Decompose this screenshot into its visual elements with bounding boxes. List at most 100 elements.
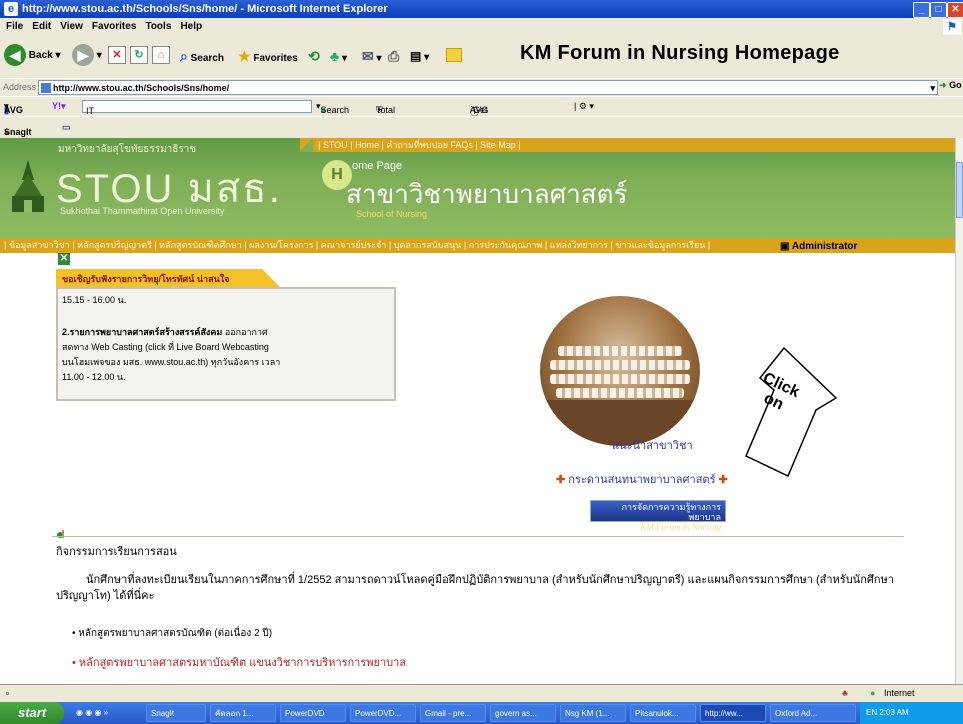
- mail-icon: ✉: [362, 48, 374, 64]
- close-button[interactable]: ✕: [947, 2, 963, 18]
- history-icon: ⟲: [308, 48, 320, 64]
- stop-button[interactable]: ✕: [108, 44, 126, 68]
- search-icon: ⌕: [180, 48, 188, 64]
- announcement-tab-corner: [262, 269, 280, 287]
- announcement-box: 15.15 - 16.00 น. 2.รายการพยาบาลศาสตร์สร้…: [56, 287, 396, 401]
- menu-tools[interactable]: Tools: [145, 18, 171, 36]
- start-button[interactable]: start: [0, 702, 64, 724]
- go-button[interactable]: ➜ Go: [939, 80, 962, 91]
- edit-icon: ▤: [410, 49, 422, 63]
- program-item[interactable]: • หลักสูตรพยาบาลศาสตรมหาบัณฑิต แขนงวิชาก…: [72, 653, 406, 671]
- menu-help[interactable]: Help: [180, 18, 202, 36]
- taskbar-item[interactable]: Gmail - pre...: [420, 704, 486, 722]
- taskbar-item[interactable]: PowerDVD: [280, 704, 346, 722]
- avg-search-input[interactable]: IT: [82, 100, 312, 116]
- page-icon: [41, 83, 51, 93]
- school-name: School of Nursing: [356, 209, 428, 219]
- site-nav-text: | ข้อมูลสาขาวิชา | หลักสูตรปริญญาตรี | ห…: [4, 240, 711, 250]
- address-input[interactable]: http://www.stou.ac.th/Schools/Sns/home/ …: [38, 80, 938, 95]
- menu-view[interactable]: View: [60, 18, 83, 36]
- program-item-label: หลักสูตรพยาบาลศาสตรมหาบัณฑิต แขนงวิชาการ…: [78, 657, 407, 669]
- web-page-viewport: | STOU | Home | คำถามที่พบบ่อย FAQs | Si…: [0, 138, 955, 684]
- window-title-bar: e http://www.stou.ac.th/Schools/Sns/home…: [0, 0, 963, 18]
- administrator-link[interactable]: ▣ Administrator: [780, 241, 857, 252]
- scrollbar-thumb[interactable]: [956, 162, 963, 218]
- avg-info-link[interactable]: ⓘ AVG Info · Get More: [470, 101, 494, 125]
- minimize-button[interactable]: _: [913, 2, 930, 18]
- taskbar-item[interactable]: Oxford Ad...: [770, 704, 856, 722]
- history-button[interactable]: ⟲: [308, 44, 320, 68]
- ie-logo-icon: e: [4, 2, 18, 16]
- program-list: • หลักสูตรพยาบาลศาสตรบัณฑิต (ต่อเนื่อง 2…: [72, 626, 406, 683]
- yahoo-icon[interactable]: Y!▾: [52, 101, 66, 112]
- taskbar-item[interactable]: คัดลอก 1...: [210, 704, 276, 722]
- avg-extra-button[interactable]: | ⚙ ▾: [574, 101, 594, 112]
- university-thai-name: มหาวิทยาลัยสุโขทัยธรรมาธิราช: [58, 144, 197, 155]
- media-button[interactable]: ♣ ▾: [330, 44, 347, 68]
- mail-button[interactable]: ✉ ▾: [362, 44, 382, 68]
- search-button[interactable]: ⌕ Search: [180, 44, 224, 68]
- address-url: http://www.stou.ac.th/Schools/Sns/home/: [53, 83, 230, 93]
- quick-launch[interactable]: ◉ ◉ ◉ »: [72, 704, 144, 722]
- back-arrow-icon: ◀: [4, 44, 26, 67]
- close-announcement-icon[interactable]: ✕: [58, 253, 70, 265]
- webboard-link[interactable]: ✚ กระดานสนทนาพยาบาลศาสตร์ ✚: [556, 470, 728, 488]
- avg-search-button[interactable]: ▾ ■ Search: [316, 101, 349, 115]
- folder-icon: [446, 48, 462, 63]
- zone-label: Internet: [884, 688, 915, 698]
- section-divider: [52, 536, 904, 537]
- taskbar-item[interactable]: Nsg KM (1...: [560, 704, 626, 722]
- activity-paragraph: นักศึกษาที่ลงทะเบียนเรียนในภาคการศึกษาที…: [56, 574, 894, 602]
- menu-file[interactable]: File: [6, 18, 23, 36]
- forward-button[interactable]: ▶ ▾: [72, 44, 102, 68]
- go-arrow-icon: ➜: [939, 80, 947, 90]
- search-label: Search: [190, 53, 224, 64]
- announcement-line2b: สดทาง Web Casting (click ที่ Live Board …: [62, 342, 269, 352]
- avg-label: AVG: [4, 105, 23, 115]
- menu-bar: File Edit View Favorites Tools Help ⚑: [0, 18, 963, 37]
- home-button[interactable]: ⌂: [152, 44, 170, 68]
- status-page-icon: ▫: [6, 688, 10, 698]
- media-icon: ♣: [330, 48, 340, 64]
- maximize-button[interactable]: □: [930, 2, 947, 18]
- graduation-photo: [540, 296, 700, 446]
- system-tray: EN 2:03 AM: [860, 702, 963, 724]
- favorites-button[interactable]: ★ Favorites: [238, 44, 298, 68]
- top-links[interactable]: | STOU | Home | คำถามที่พบบ่อย FAQs | Si…: [299, 138, 955, 152]
- edit-button[interactable]: ▤ ▾: [410, 44, 429, 68]
- webboard-marker-icon-right: ✚: [718, 474, 728, 486]
- home-page-label: ome Page: [352, 160, 403, 172]
- refresh-icon: ↻: [130, 46, 148, 65]
- stop-icon: ✕: [108, 46, 126, 65]
- taskbar-item[interactable]: SnagIt: [146, 704, 206, 722]
- taskbar-item[interactable]: Pitsanulok...: [630, 704, 696, 722]
- star-icon: ★: [238, 48, 251, 64]
- announcement-time1: 15.15 - 16.00 น.: [62, 295, 127, 305]
- snagit-capture-icon[interactable]: ▭: [62, 122, 71, 133]
- address-dropdown-icon[interactable]: ▾: [930, 81, 935, 96]
- refresh-button[interactable]: ↻: [130, 44, 148, 68]
- menu-favorites[interactable]: Favorites: [92, 18, 136, 36]
- taskbar-item[interactable]: PowerDVD...: [350, 704, 416, 722]
- taskbar-item[interactable]: govern as...: [490, 704, 556, 722]
- announcement-line2a: ออกอากาศ: [224, 327, 268, 337]
- user-icon: ▣: [780, 241, 790, 252]
- print-button[interactable]: ⎙: [388, 44, 399, 68]
- webboard-marker-icon: ✚: [556, 474, 566, 486]
- vertical-scrollbar[interactable]: [955, 138, 963, 684]
- program-item[interactable]: • หลักสูตรพยาบาลศาสตรบัณฑิต (ต่อเนื่อง 2…: [72, 626, 406, 641]
- back-button[interactable]: ◀ Back ▾: [4, 44, 61, 68]
- top-links-text: | STOU | Home | คำถามที่พบบ่อย FAQs | Si…: [318, 140, 521, 150]
- taskbar-item-active[interactable]: http://ww...: [700, 704, 766, 722]
- status-bar: ▫ ♣ ● Internet: [0, 684, 963, 703]
- announcement-header: ขอเชิญรับฟังรายการวิทยุ/โทรทัศน์ น่าสนใจ: [56, 269, 280, 287]
- avg-logo[interactable]: ▮ AVG ▾: [4, 101, 23, 115]
- folder-button[interactable]: [446, 44, 462, 68]
- window-title: http://www.stou.ac.th/Schools/Sns/home/ …: [22, 3, 388, 15]
- km-banner-thai: การจัดการความรู้ทางการพยาบาล: [621, 502, 721, 522]
- go-label: Go: [949, 80, 962, 90]
- km-forum-banner[interactable]: การจัดการความรู้ทางการพยาบาล KM Forum in…: [590, 500, 726, 532]
- department-intro-link[interactable]: แนะนำสาขาวิชา: [612, 436, 693, 454]
- back-label: Back: [28, 50, 53, 61]
- menu-edit[interactable]: Edit: [32, 18, 51, 36]
